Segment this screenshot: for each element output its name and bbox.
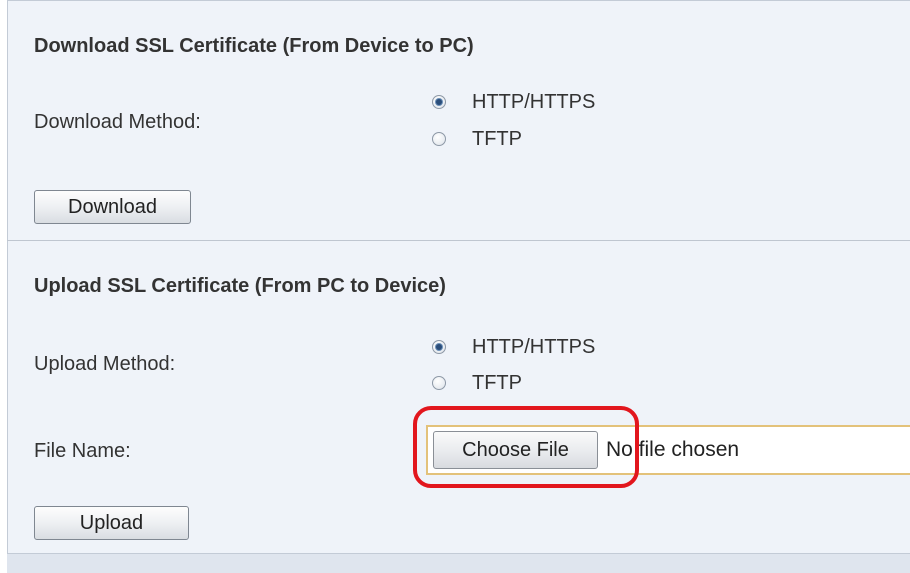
- upload-method-label: Upload Method:: [34, 353, 176, 375]
- file-name-label: File Name:: [34, 440, 131, 462]
- download-method-label: Download Method:: [34, 111, 201, 133]
- radio-unchecked-icon[interactable]: [432, 376, 446, 390]
- section-divider: [7, 240, 910, 241]
- upload-section-title: Upload SSL Certificate (From PC to Devic…: [34, 275, 446, 297]
- download-radio-tftp[interactable]: TFTP: [430, 125, 522, 153]
- download-section-title: Download SSL Certificate (From Device to…: [34, 35, 474, 57]
- radio-checked-icon[interactable]: [432, 340, 446, 354]
- radio-unchecked-icon[interactable]: [432, 132, 446, 146]
- radio-checked-icon[interactable]: [432, 95, 446, 109]
- panel-footer-strip: [7, 553, 910, 573]
- download-radio-http-https[interactable]: HTTP/HTTPS: [430, 88, 595, 116]
- upload-radio-tftp[interactable]: TFTP: [430, 369, 522, 397]
- download-radio-tftp-label: TFTP: [472, 127, 522, 150]
- upload-button[interactable]: Upload: [34, 506, 189, 540]
- upload-radio-tftp-label: TFTP: [472, 371, 522, 394]
- download-button[interactable]: Download: [34, 190, 191, 224]
- choose-file-button[interactable]: Choose File: [433, 431, 598, 469]
- download-radio-http-https-label: HTTP/HTTPS: [472, 90, 596, 113]
- file-status-text: No file chosen: [606, 438, 740, 461]
- upload-radio-http-https-label: HTTP/HTTPS: [472, 335, 596, 358]
- upload-radio-http-https[interactable]: HTTP/HTTPS: [430, 333, 595, 361]
